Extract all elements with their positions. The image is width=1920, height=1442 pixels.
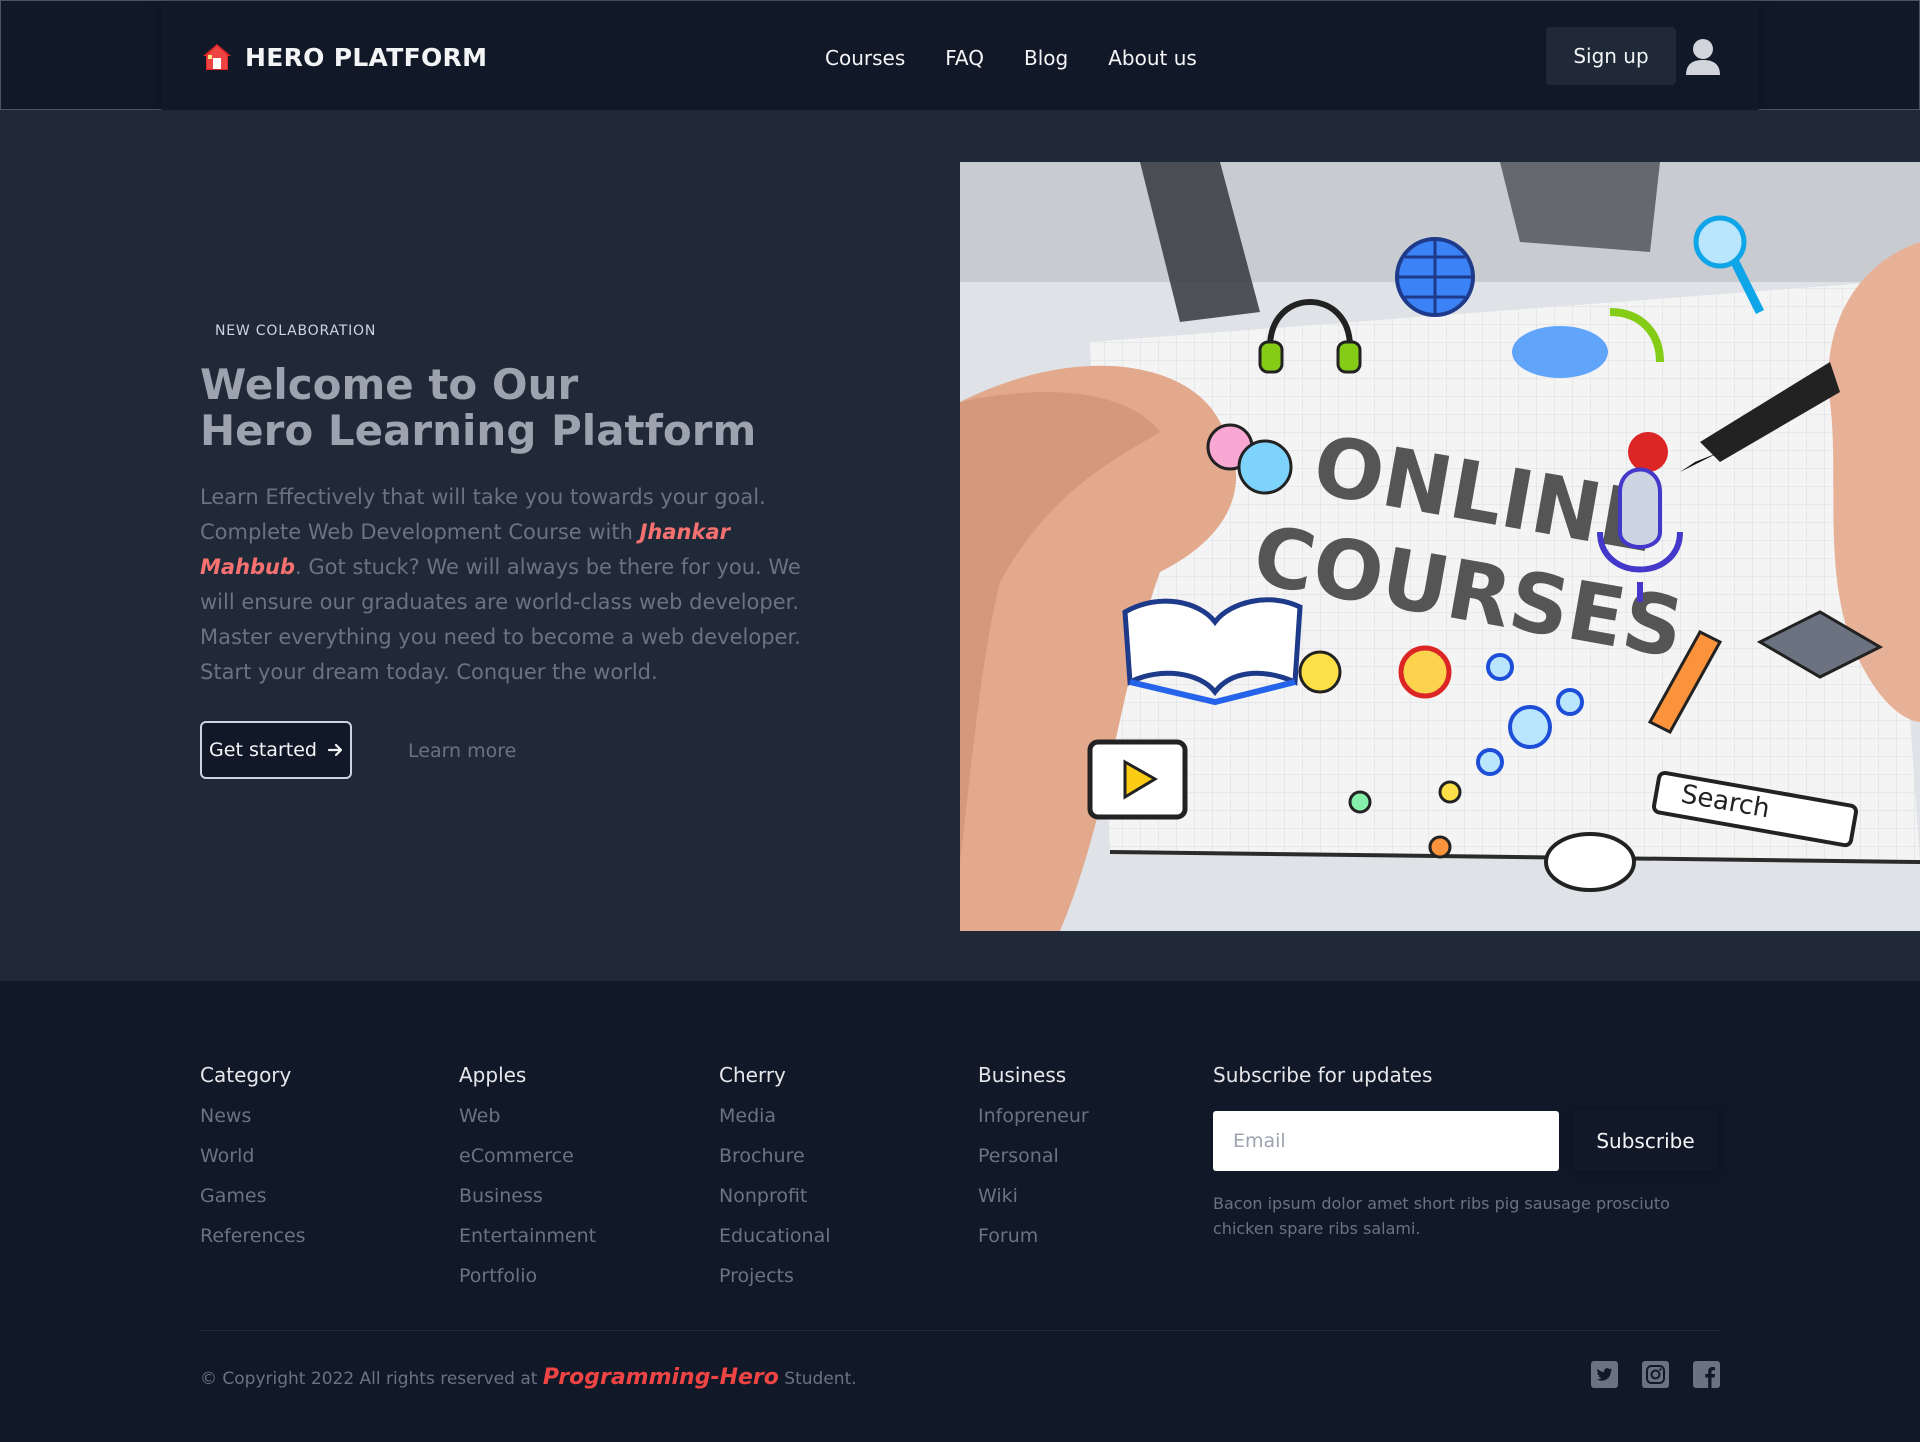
footer-link[interactable]: Games (200, 1185, 306, 1225)
copyright-brand[interactable]: Programming-Hero (543, 1365, 779, 1390)
hero-description: Learn Effectively that will take you tow… (200, 480, 830, 690)
footer-link[interactable]: Personal (978, 1145, 1089, 1185)
footer-column-title: Apples (459, 1063, 527, 1087)
hero-section: NEW COLABORATION Welcome to Our Hero Lea… (0, 110, 1920, 981)
footer-column-business: Business Infopreneur Personal Wiki Forum (978, 1063, 1089, 1265)
copyright: © Copyright 2022 All rights reserved at … (200, 1365, 857, 1390)
get-started-button[interactable]: Get started (200, 721, 352, 779)
main-nav: Courses FAQ Blog About us (825, 46, 1197, 70)
copyright-text: © Copyright 2022 All rights reserved at (200, 1369, 543, 1389)
learn-more-link[interactable]: Learn more (408, 740, 516, 762)
social-links (1591, 1361, 1720, 1388)
footer-column-cherry: Cherry Media Brochure Nonprofit Educatio… (719, 1063, 831, 1305)
header: HERO PLATFORM Courses FAQ Blog About us … (0, 0, 1920, 111)
user-icon[interactable] (1684, 38, 1722, 76)
footer-link[interactable]: Portfolio (459, 1265, 596, 1305)
hero-image: ONLINE COURSES Search (960, 162, 1920, 931)
arrow-right-icon (327, 743, 343, 757)
footer-column-title: Category (200, 1063, 292, 1087)
footer-column-category: Category News World Games References (200, 1063, 306, 1265)
subscribe-note: Bacon ipsum dolor amet short ribs pig sa… (1213, 1194, 1670, 1238)
footer-column-apples: Apples Web eCommerce Business Entertainm… (459, 1063, 596, 1305)
instagram-icon[interactable] (1642, 1361, 1669, 1388)
hero-title: Welcome to Our Hero Learning Platform (200, 362, 900, 454)
footer-link[interactable]: Media (719, 1105, 831, 1145)
footer-column-title: Business (978, 1063, 1067, 1087)
footer-link[interactable]: Brochure (719, 1145, 831, 1185)
footer-link[interactable]: World (200, 1145, 306, 1185)
facebook-icon[interactable] (1693, 1361, 1720, 1388)
brand-logo[interactable]: HERO PLATFORM (201, 41, 487, 73)
email-input[interactable] (1213, 1111, 1559, 1171)
hero-title-line1: Welcome to Our (200, 360, 579, 409)
hero-eyebrow: NEW COLABORATION (215, 323, 377, 339)
footer-link[interactable]: Projects (719, 1265, 831, 1305)
footer-link[interactable]: Entertainment (459, 1225, 596, 1265)
footer-link[interactable]: eCommerce (459, 1145, 596, 1185)
footer-link[interactable]: Business (459, 1185, 596, 1225)
twitter-icon[interactable] (1591, 1361, 1618, 1388)
footer-link[interactable]: References (200, 1225, 306, 1265)
subscribe-title: Subscribe for updates (1213, 1063, 1433, 1087)
footer: Category News World Games References App… (0, 981, 1920, 1442)
online-courses-illustration: ONLINE COURSES Search (960, 162, 1920, 931)
footer-link[interactable]: Wiki (978, 1185, 1089, 1225)
footer-link[interactable]: Nonprofit (719, 1185, 831, 1225)
hero-title-line2: Hero Learning Platform (200, 406, 757, 455)
brand-name: HERO PLATFORM (245, 42, 488, 72)
footer-divider (200, 1330, 1720, 1331)
nav-courses[interactable]: Courses (825, 46, 905, 70)
footer-link[interactable]: Forum (978, 1225, 1089, 1265)
footer-link[interactable]: Web (459, 1105, 596, 1145)
signup-button[interactable]: Sign up (1546, 27, 1676, 85)
nav-about-us[interactable]: About us (1108, 46, 1197, 70)
footer-link[interactable]: Infopreneur (978, 1105, 1089, 1145)
get-started-label: Get started (209, 739, 317, 761)
footer-column-title: Cherry (719, 1063, 786, 1087)
nav-blog[interactable]: Blog (1024, 46, 1068, 70)
subscribe-button[interactable]: Subscribe (1573, 1111, 1718, 1171)
home-icon (203, 44, 231, 70)
footer-link[interactable]: News (200, 1105, 306, 1145)
footer-link[interactable]: Educational (719, 1225, 831, 1265)
copyright-suffix: Student. (778, 1369, 857, 1389)
nav-faq[interactable]: FAQ (945, 46, 984, 70)
navbar: HERO PLATFORM Courses FAQ Blog About us … (161, 1, 1759, 111)
